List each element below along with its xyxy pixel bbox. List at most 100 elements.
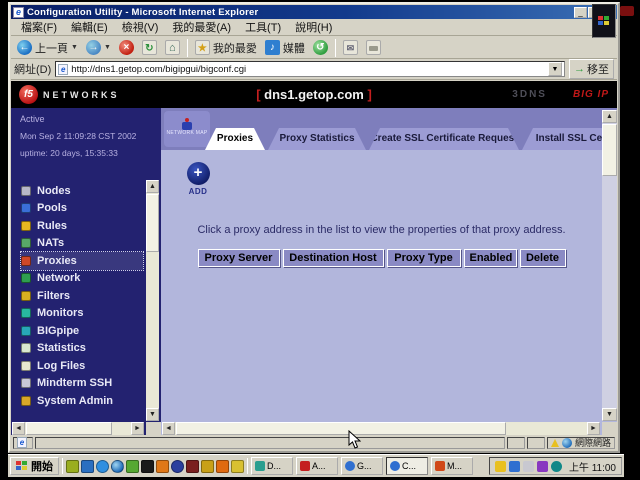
quicklaunch-icon-3[interactable]: [96, 460, 109, 473]
column-header-delete[interactable]: Delete: [520, 249, 566, 267]
mail-button[interactable]: ✉: [340, 39, 361, 56]
menu-favorites[interactable]: 我的最愛(A): [166, 18, 237, 36]
media-button[interactable]: ♪ 媒體: [262, 39, 308, 57]
system-tray: 上午 11:00: [489, 457, 622, 475]
minimize-button[interactable]: _: [574, 7, 587, 18]
task-button-5[interactable]: M...: [431, 457, 473, 475]
hostname: dns1.getop.com: [264, 87, 364, 102]
task-icon: [300, 461, 310, 471]
favorites-button[interactable]: ★ 我的最愛: [192, 39, 260, 57]
home-button[interactable]: ⌂: [162, 39, 183, 56]
quicklaunch-icon-7[interactable]: [156, 460, 169, 473]
quicklaunch-icon-9[interactable]: [186, 460, 199, 473]
go-arrow-icon: →: [574, 63, 585, 75]
f5-site-header: f5 NETWORKS [ dns1.getop.com ] 3DNS BIG …: [11, 81, 617, 108]
tab-proxies[interactable]: Proxies: [205, 128, 265, 150]
forward-dropdown-icon[interactable]: ▼: [104, 44, 111, 51]
scroll-left-icon[interactable]: ◄: [12, 422, 25, 435]
sidebar-item-mindterm-ssh[interactable]: Mindterm SSH: [21, 375, 143, 393]
scrollbar-thumb[interactable]: [146, 194, 159, 252]
ie-document-icon: e: [13, 7, 24, 18]
quicklaunch-icon-4[interactable]: [111, 460, 124, 473]
scroll-up-icon[interactable]: ▲: [602, 110, 617, 123]
scroll-right-icon[interactable]: ►: [587, 422, 600, 435]
network-map-button[interactable]: NETWORK MAP: [164, 111, 210, 147]
refresh-button[interactable]: ↻: [139, 39, 160, 56]
tab-create-ssl-certificate-request[interactable]: Create SSL Certificate Request: [369, 128, 519, 150]
quicklaunch-icon-5[interactable]: [126, 460, 139, 473]
task-button-3[interactable]: G...: [341, 457, 383, 475]
add-icon[interactable]: +: [187, 162, 210, 185]
sidebar-item-monitors[interactable]: Monitors: [21, 305, 143, 323]
scrollbar-thumb[interactable]: [176, 422, 506, 435]
windows-flag-icon: [16, 461, 28, 471]
status-cell: [507, 437, 525, 449]
scroll-right-icon[interactable]: ►: [131, 422, 144, 435]
column-header-destination-host[interactable]: Destination Host: [283, 249, 384, 267]
sidebar-horizontal-scrollbar[interactable]: ◄ ►: [12, 422, 144, 435]
tray-icon-4[interactable]: [537, 461, 548, 472]
back-button[interactable]: ← 上一頁 ▼: [14, 39, 81, 57]
quicklaunch-icon-12[interactable]: [231, 460, 244, 473]
tray-icon-1[interactable]: [495, 461, 506, 472]
quicklaunch-icon-6[interactable]: [141, 460, 154, 473]
task-icon: [255, 461, 265, 471]
sidebar-item-statistics[interactable]: Statistics: [21, 340, 143, 358]
sidebar-vertical-scrollbar[interactable]: ▲ ▼: [146, 180, 159, 421]
scroll-down-icon[interactable]: ▼: [146, 408, 159, 421]
column-header-proxy-type[interactable]: Proxy Type: [387, 249, 461, 267]
go-button[interactable]: → 移至: [569, 59, 614, 79]
menu-view[interactable]: 檢視(V): [116, 18, 165, 36]
tray-icon-5[interactable]: [551, 461, 562, 472]
start-button[interactable]: 開始: [10, 457, 59, 475]
sidebar-item-nodes[interactable]: Nodes: [21, 182, 143, 200]
task-button-1[interactable]: D...: [251, 457, 293, 475]
scroll-down-icon[interactable]: ▼: [602, 408, 617, 421]
statistics-icon: [21, 343, 31, 353]
sidebar-item-filters[interactable]: Filters: [21, 287, 143, 305]
column-header-proxy-server[interactable]: Proxy Server: [198, 249, 280, 267]
task-button-2[interactable]: A...: [296, 457, 338, 475]
address-dropdown-icon[interactable]: ▼: [548, 62, 562, 76]
sidebar-item-network[interactable]: Network: [21, 270, 143, 288]
stop-button[interactable]: ×: [116, 39, 137, 56]
scrollbar-thumb[interactable]: [602, 124, 617, 176]
tab-proxy-statistics[interactable]: Proxy Statistics: [268, 128, 366, 150]
monitors-icon: [21, 308, 31, 318]
main-vertical-scrollbar[interactable]: ▲ ▼: [602, 110, 617, 421]
menu-file[interactable]: 檔案(F): [15, 18, 63, 36]
column-header-enabled[interactable]: Enabled: [464, 249, 517, 267]
quicklaunch-icon-2[interactable]: [81, 460, 94, 473]
nodes-icon: [21, 186, 31, 196]
quicklaunch-icon-10[interactable]: [201, 460, 214, 473]
menu-help[interactable]: 說明(H): [289, 18, 338, 36]
main-horizontal-scrollbar[interactable]: ◄ ►: [162, 422, 600, 435]
scrollbar-thumb[interactable]: [26, 422, 112, 435]
quicklaunch-icon-8[interactable]: [171, 460, 184, 473]
sidebar-item-nats[interactable]: NATs: [21, 235, 143, 253]
title-bar[interactable]: e Configuration Utility - Microsoft Inte…: [11, 5, 617, 19]
forward-button[interactable]: → ▼: [83, 39, 114, 56]
scroll-up-icon[interactable]: ▲: [146, 180, 159, 193]
back-dropdown-icon[interactable]: ▼: [71, 44, 78, 51]
sidebar-item-rules[interactable]: Rules: [21, 217, 143, 235]
sidebar-item-system-admin[interactable]: System Admin: [21, 392, 143, 410]
address-input[interactable]: e http://dns1.getop.com/bigipgui/bigconf…: [55, 61, 565, 77]
address-url[interactable]: http://dns1.getop.com/bigipgui/bigconf.c…: [71, 64, 545, 75]
quicklaunch-icon-11[interactable]: [216, 460, 229, 473]
tray-icon-2[interactable]: [509, 461, 520, 472]
scroll-left-icon[interactable]: ◄: [162, 422, 175, 435]
print-button[interactable]: [363, 39, 384, 56]
task-icon: [435, 461, 445, 471]
task-button-4-active[interactable]: C...: [386, 457, 428, 475]
menu-tools[interactable]: 工具(T): [239, 18, 287, 36]
tray-icon-3[interactable]: [523, 461, 534, 472]
sidebar-item-pools[interactable]: Pools: [21, 200, 143, 218]
add-proxy-button[interactable]: + ADD: [173, 162, 223, 196]
sidebar-item-log-files[interactable]: Log Files: [21, 357, 143, 375]
quicklaunch-icon-1[interactable]: [66, 460, 79, 473]
sidebar-item-bigpipe[interactable]: BIGpipe: [21, 322, 143, 340]
menu-edit[interactable]: 編輯(E): [65, 18, 114, 36]
sidebar-item-proxies[interactable]: Proxies: [21, 252, 143, 270]
history-button[interactable]: ↺: [310, 39, 331, 56]
